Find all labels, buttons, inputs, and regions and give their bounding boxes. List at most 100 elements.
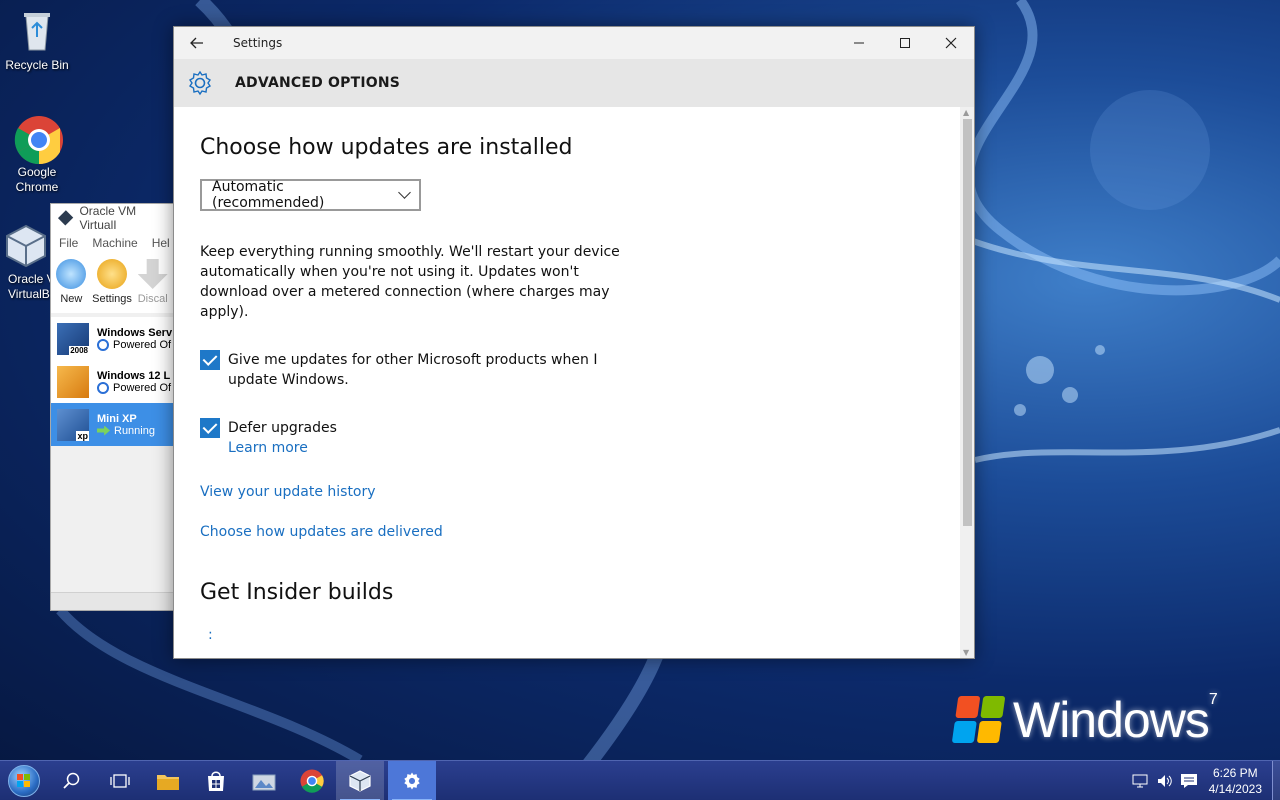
vm-state: Running [97,425,155,437]
back-arrow-icon [190,37,203,49]
new-vm-icon [56,259,87,289]
chrome-icon [300,768,324,793]
vm-name: Windows 12 L [97,369,171,382]
gear-icon [189,70,211,96]
desktop-icon-chrome[interactable]: Google Chrome [0,115,74,195]
store-icon [208,771,224,791]
file-explorer-icon [157,774,179,790]
learn-more-link[interactable]: Learn more [228,438,638,458]
recycle-bin-icon [14,8,60,54]
discard-button[interactable]: Discal [132,259,173,305]
vm-os-icon [57,365,89,398]
powered-off-icon [97,338,109,351]
start-button[interactable] [0,761,48,800]
maximize-button[interactable] [882,27,928,59]
windows7-wallpaper-logo: Windows7 [951,690,1255,750]
minimize-button[interactable] [836,27,882,59]
vm-list-item[interactable]: 2008 Windows Serv Powered Of [51,317,173,360]
dropdown-value: Automatic (recommended) [212,179,325,211]
search-button[interactable] [48,761,96,800]
clock-time: 6:26 PM [1212,766,1258,780]
file-explorer-button[interactable] [144,761,192,800]
maximize-icon [900,38,910,48]
network-icon[interactable] [1129,761,1153,800]
vm-name: Windows Serv [97,326,173,339]
delivery-options-link[interactable]: Choose how updates are delivered [200,522,960,542]
vm-state: Powered Of [97,381,171,394]
taskbar-clock[interactable]: 6:26 PM 4/14/2023 [1209,765,1262,797]
photos-button[interactable] [240,761,288,800]
install-mode-dropdown[interactable]: Automatic (recommended) [200,179,421,211]
task-view-icon [110,773,130,788]
virtualbox-titlebar[interactable]: Oracle VM VirtualI [51,203,173,232]
vm-name: Mini XP [97,412,137,425]
ms-products-label: Give me updates for other Microsoft prod… [228,352,598,388]
photos-icon [252,774,276,790]
virtualbox-title: Oracle VM VirtualI [79,203,137,232]
virtualbox-icon [57,209,74,226]
window-title: Settings [233,36,283,50]
store-button[interactable] [192,761,240,800]
taskbar: 6:26 PM 4/14/2023 [0,760,1280,800]
virtualbox-menubar: File Machine Hel [51,231,173,255]
minimize-icon [854,42,864,44]
vm-state: Powered Of [97,338,172,351]
action-center-icon[interactable] [1177,761,1201,800]
scroll-up-arrow-icon[interactable]: ▲ [963,108,969,117]
settings-gear-icon [97,259,127,289]
vm-os-icon: 2008 [57,322,89,355]
virtualbox-icon [349,769,371,792]
system-tray: 6:26 PM 4/14/2023 [1129,761,1280,800]
windows-orb-icon [8,764,40,797]
ms-products-option[interactable]: Give me updates for other Microsoft prod… [200,350,960,390]
clock-date: 4/14/2023 [1208,782,1262,796]
settings-page-header: ADVANCED OPTIONS [174,59,974,107]
task-view-button[interactable] [96,761,144,800]
section-title: Choose how updates are installed [200,135,573,160]
defer-upgrades-checkbox[interactable] [200,418,220,438]
vm-list-item-selected[interactable]: xp Mini XP Running [51,403,173,446]
back-button[interactable] [174,27,220,59]
page-title: ADVANCED OPTIONS [235,75,401,91]
virtualbox-icon [3,222,49,268]
update-history-link[interactable]: View your update history [200,482,960,502]
virtualbox-toolbar: New Settings Discal [51,255,173,313]
vertical-scrollbar[interactable]: ▲ ▼ [960,107,974,658]
close-button[interactable] [928,27,974,59]
desktop-icon-label: Recycle Bin [5,58,69,72]
volume-icon[interactable] [1153,761,1177,800]
loading-indicator: : [208,627,213,643]
chrome-icon [14,115,63,165]
menu-machine[interactable]: Machine [92,236,137,250]
ms-products-checkbox[interactable] [200,350,220,370]
desktop-icon-recycle-bin[interactable]: Recycle Bin [0,8,74,73]
wallpaper-brand-text: Windows7 [1013,691,1218,748]
install-mode-description: Keep everything running smoothly. We'll … [200,244,620,320]
menu-help[interactable]: Hel [152,236,170,250]
running-arrow-icon [97,425,110,436]
settings-window[interactable]: Settings ADVANCED OPTIONS Choose how upd… [173,26,975,659]
windows-flag-icon [951,696,1007,744]
settings-icon [404,772,420,789]
chevron-down-icon [398,186,411,199]
scrollbar-thumb[interactable] [963,119,972,526]
settings-titlebar[interactable]: Settings [174,27,974,59]
new-vm-button[interactable]: New [51,259,92,305]
vm-list-item[interactable]: Windows 12 L Powered Of [51,360,173,403]
virtualbox-manager-window[interactable]: Oracle VM VirtualI File Machine Hel New … [50,203,174,611]
show-desktop-button[interactable] [1272,761,1280,800]
chrome-taskbar-button[interactable] [288,761,336,800]
virtualbox-statusbar [51,592,173,610]
close-icon [945,37,957,49]
vm-settings-button[interactable]: Settings [92,259,133,305]
powered-off-icon [97,381,109,394]
defer-upgrades-option[interactable]: Defer upgrades Learn more [200,418,960,458]
settings-content: Choose how updates are installed Automat… [174,107,960,658]
scroll-down-arrow-icon[interactable]: ▼ [963,648,969,657]
defer-upgrades-label: Defer upgrades [228,420,337,436]
insider-section-title: Get Insider builds [200,580,394,605]
menu-file[interactable]: File [59,236,78,250]
settings-taskbar-button[interactable] [388,760,436,800]
vm-os-icon: xp [57,408,89,441]
virtualbox-taskbar-button[interactable] [336,760,384,800]
